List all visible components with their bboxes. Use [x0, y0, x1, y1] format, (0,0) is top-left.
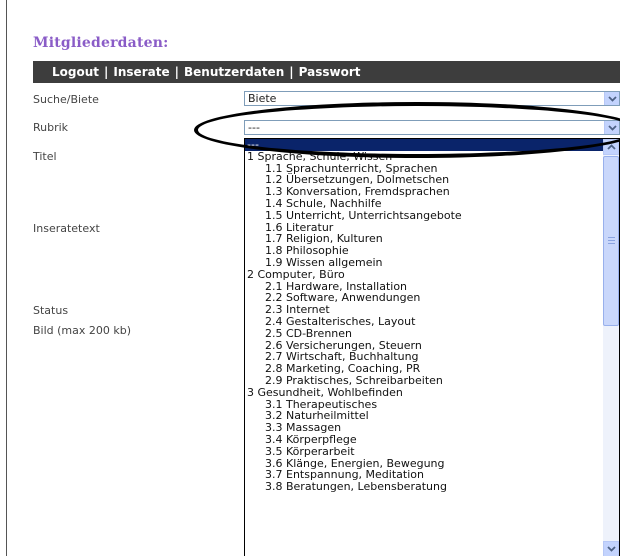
grip-line: [608, 237, 615, 238]
nav-separator: |: [104, 65, 109, 79]
rubrik-label: Rubrik: [33, 121, 69, 134]
rubrik-option[interactable]: 1.5 Unterricht, Unterrichtsangebote: [245, 209, 603, 222]
nav-separator: |: [289, 65, 294, 79]
suche-biete-label: Suche/Biete: [33, 93, 99, 106]
rubrik-option[interactable]: 3 Gesundheit, Wohlbefinden: [245, 386, 603, 399]
grip-line: [608, 240, 615, 241]
inseratetext-label: Inseratetext: [33, 222, 100, 235]
page-title: Mitgliederdaten:: [33, 35, 169, 51]
rubrik-option[interactable]: 2.4 Gestalterisches, Layout: [245, 316, 603, 328]
rubrik-option[interactable]: 1 Sprache, Schule, Wissen: [245, 150, 603, 163]
titel-label: Titel: [33, 150, 57, 163]
status-label: Status: [33, 304, 69, 317]
bild-label: Bild (max 200 kb): [33, 324, 132, 337]
nav-passwort-link[interactable]: Passwort: [299, 65, 361, 79]
rubrik-dropdown-list[interactable]: --- 1 Sprache, Schule, Wissen 1.1 Sprachun…: [244, 138, 620, 556]
rubrik-value: ---: [248, 121, 260, 134]
nav-logout-link[interactable]: Logout: [52, 65, 99, 79]
rubrik-option[interactable]: 1.9 Wissen allgemein: [245, 257, 603, 269]
suche-biete-select[interactable]: Biete: [244, 91, 620, 106]
rubrik-select[interactable]: ---: [244, 120, 620, 135]
rubrik-option[interactable]: 3.5 Körperarbeit: [245, 445, 603, 458]
chevron-up-icon[interactable]: [603, 139, 619, 155]
scrollbar-thumb[interactable]: [603, 156, 619, 326]
grip-line: [608, 243, 615, 244]
left-border-line: [6, 0, 7, 556]
rubrik-option[interactable]: 3.4 Körperpflege: [245, 434, 603, 446]
nav-separator: |: [174, 65, 179, 79]
rubrik-option[interactable]: 3.8 Beratungen, Lebensberatung: [245, 481, 603, 493]
rubrik-option[interactable]: 2 Computer, Büro: [245, 268, 603, 281]
chevron-down-icon[interactable]: [604, 121, 619, 134]
nav-inserate-link[interactable]: Inserate: [113, 65, 169, 79]
chevron-down-icon[interactable]: [603, 541, 619, 556]
page: Mitgliederdaten: Logout | Inserate | Ben…: [0, 0, 620, 556]
rubrik-option[interactable]: 2.5 CD-Brennen: [245, 327, 603, 340]
suche-biete-value: Biete: [248, 92, 277, 105]
rubrik-options: --- 1 Sprache, Schule, Wissen 1.1 Sprachun…: [245, 139, 603, 493]
rubrik-option[interactable]: 1.4 Schule, Nachhilfe: [245, 198, 603, 210]
nav-benutzerdaten-link[interactable]: Benutzerdaten: [184, 65, 284, 79]
dropdown-scrollbar[interactable]: [603, 139, 619, 556]
rubrik-option[interactable]: 2.9 Praktisches, Schreibarbeiten: [245, 375, 603, 387]
chevron-down-icon[interactable]: [604, 92, 619, 105]
member-nav-bar: Logout | Inserate | Benutzerdaten | Pass…: [33, 61, 620, 83]
